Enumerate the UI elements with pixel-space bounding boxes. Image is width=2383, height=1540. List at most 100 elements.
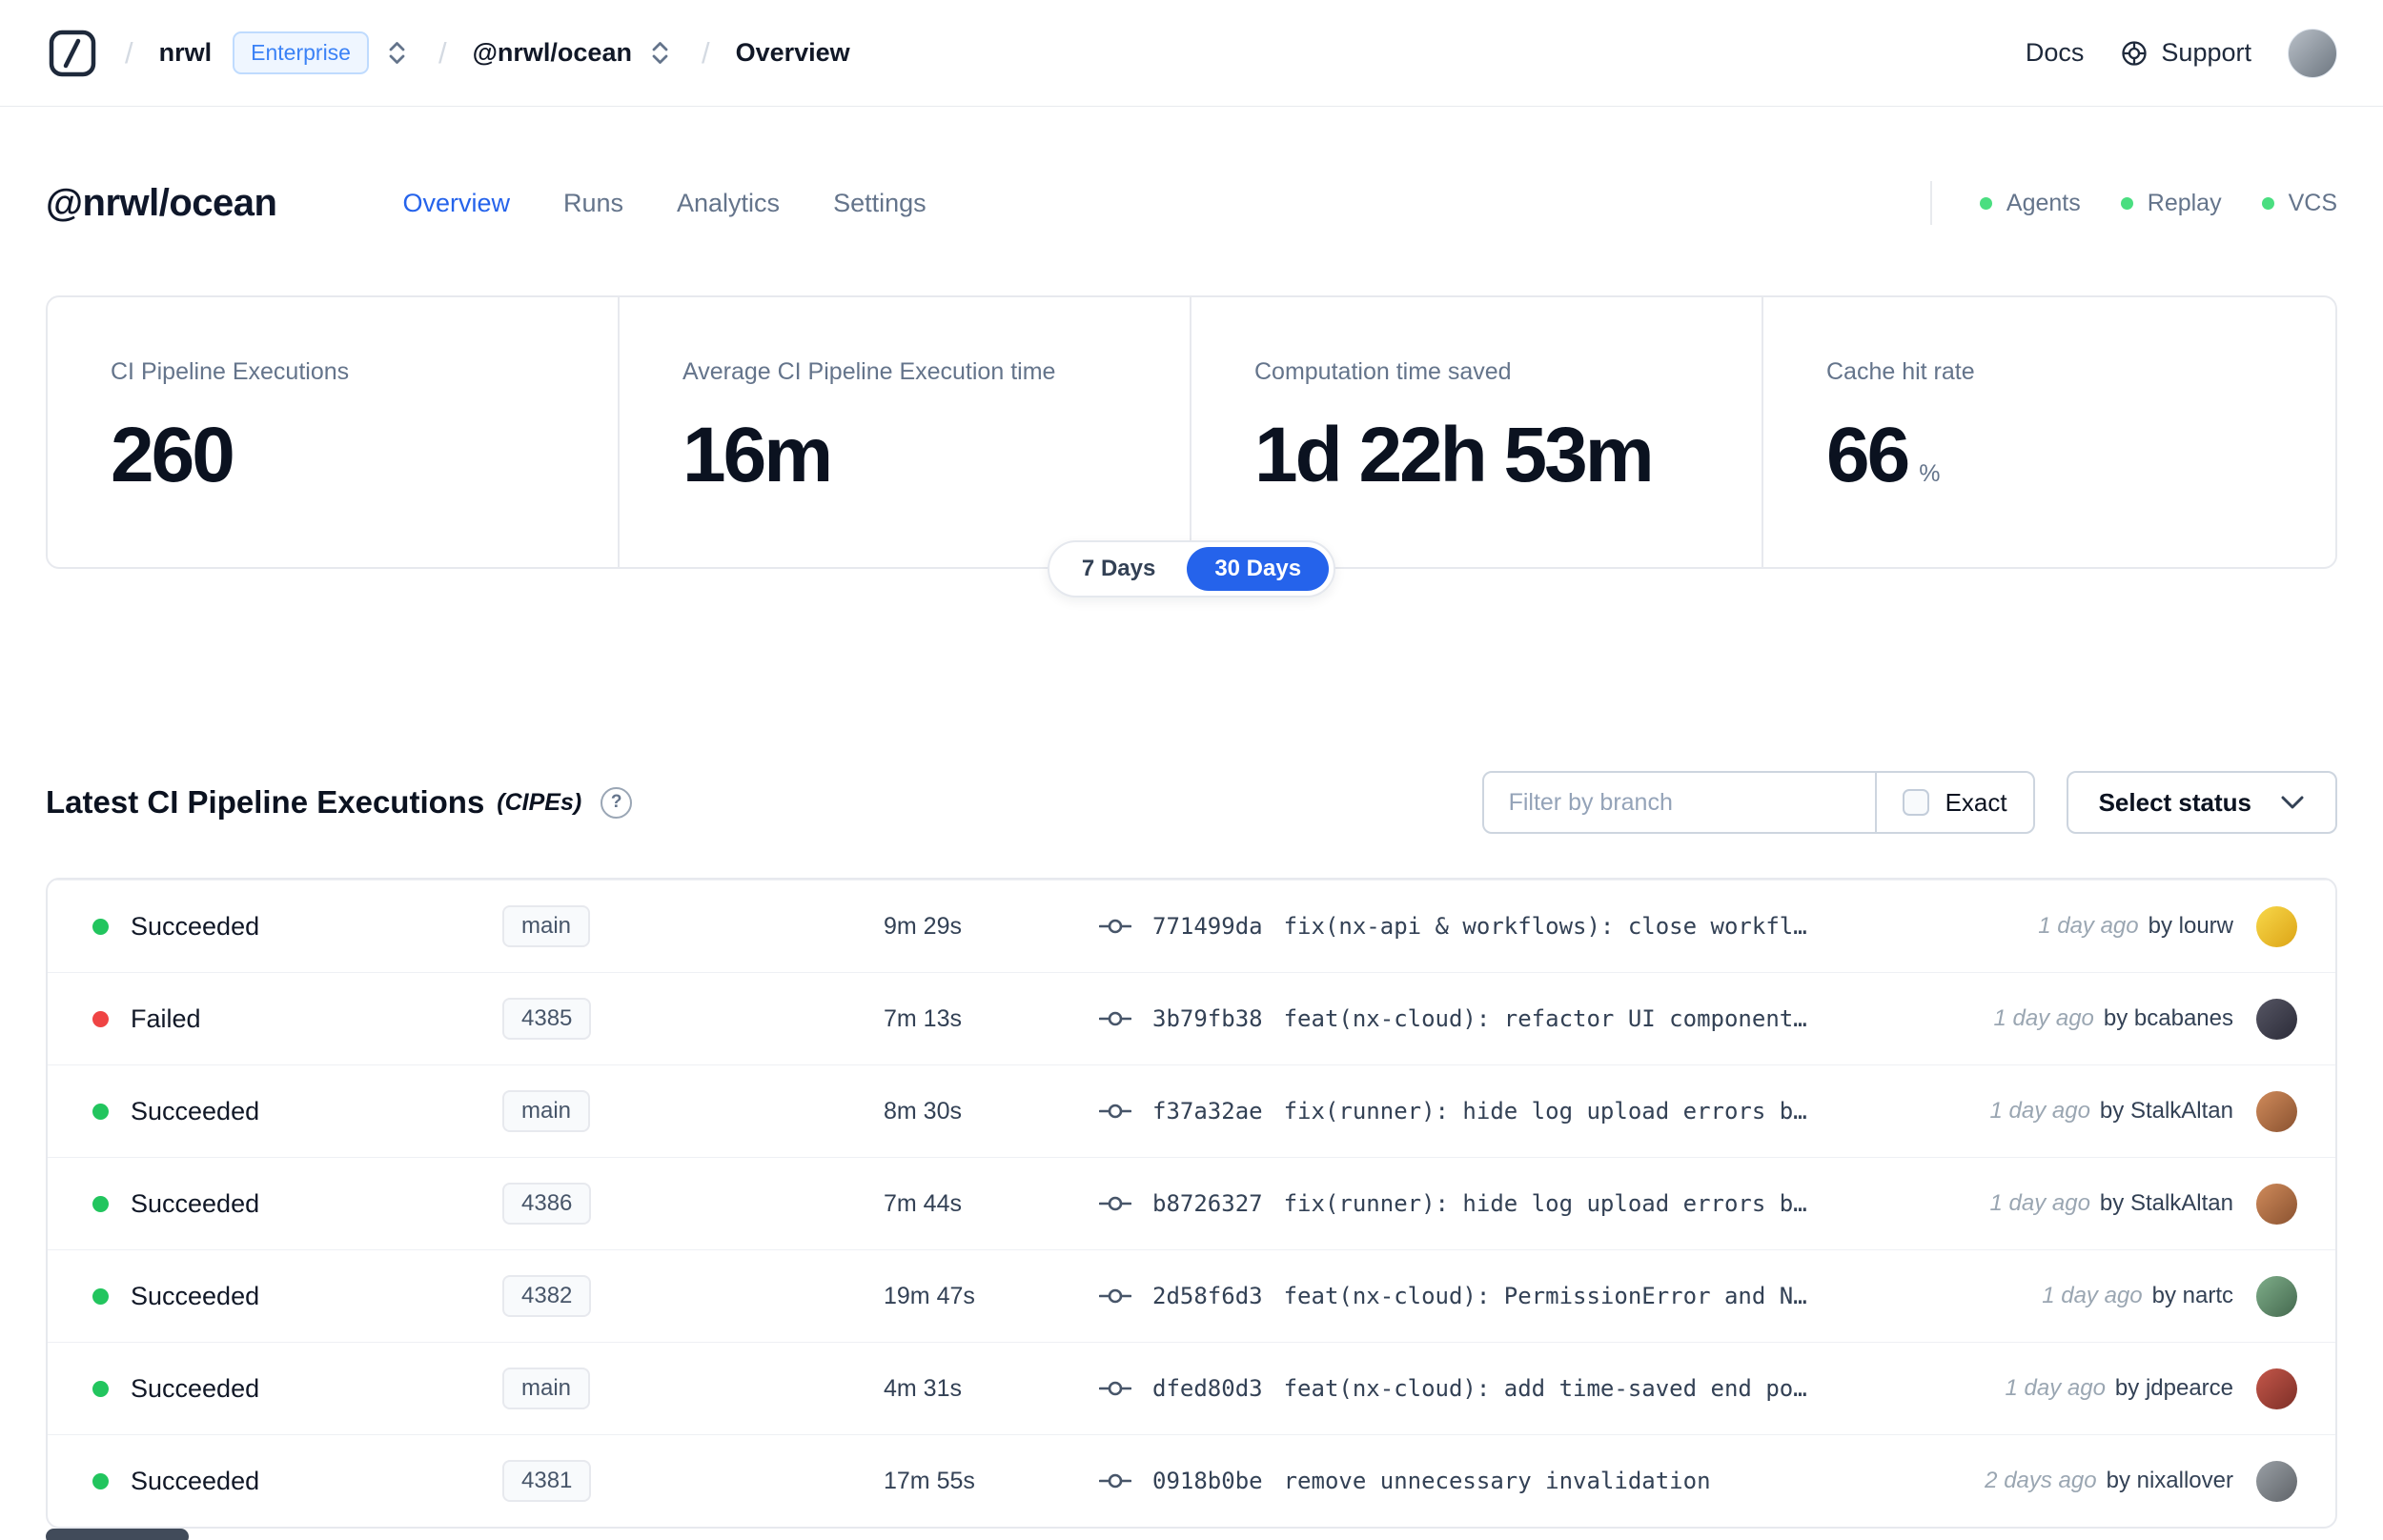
cipe-status-text: Succeeded xyxy=(131,1466,260,1495)
range-toggle-option[interactable]: 7 Days xyxy=(1054,547,1183,591)
support-label: Support xyxy=(2161,38,2251,67)
cipe-duration: 7m 13s xyxy=(884,1004,962,1032)
cipe-commit-cell: dfed80d3 feat(nx-cloud): add time-saved … xyxy=(1099,1375,1977,1402)
exact-checkbox[interactable] xyxy=(1902,789,1929,816)
horizontal-scrollbar-thumb[interactable] xyxy=(46,1529,189,1540)
cipe-row[interactable]: Succeeded 4382 19m 47s 2d58f6d3 feat(nx-… xyxy=(48,1249,2335,1342)
cipe-duration: 9m 29s xyxy=(884,912,962,940)
avatar xyxy=(2256,1275,2297,1317)
cipe-time-ago: 1 day ago xyxy=(1989,1098,2090,1124)
support-button[interactable]: Support xyxy=(2120,38,2251,68)
git-commit-icon xyxy=(1099,1473,1131,1489)
indicator-label: Replay xyxy=(2147,189,2222,216)
stat-unit: % xyxy=(1919,460,1941,487)
stat-label: Average CI Pipeline Execution time xyxy=(682,358,1056,385)
avatar xyxy=(2256,998,2297,1040)
lifebuoy-icon xyxy=(2122,40,2148,66)
indicator-label: Agents xyxy=(2006,189,2081,216)
cipe-row[interactable]: Succeeded 4381 17m 55s 0918b0be remove u… xyxy=(48,1434,2335,1527)
cipe-duration: 4m 31s xyxy=(884,1374,962,1402)
cipe-branch-cell: 4386 xyxy=(502,1183,884,1225)
cipe-row[interactable]: Succeeded main 4m 31s dfed80d3 feat(nx-c… xyxy=(48,1342,2335,1434)
avatar xyxy=(2256,1460,2297,1502)
nx-cloud-logo-icon xyxy=(49,30,96,76)
commit-message: feat(nx-cloud): refactor UI component… xyxy=(1283,1005,1807,1032)
commit-hash: f37a32ae xyxy=(1152,1098,1263,1125)
commit-hash: dfed80d3 xyxy=(1152,1375,1263,1402)
stat-value-row: 260 xyxy=(111,411,555,500)
indicator-list: Agents Replay VCS xyxy=(1979,189,2337,217)
status-select-dropdown[interactable]: Select status xyxy=(2066,771,2337,834)
cipe-commit-cell: 771499da fix(nx-api & workflows): close … xyxy=(1099,913,2009,940)
stat-value: 66 xyxy=(1826,412,1910,498)
commit-message: fix(runner): hide log upload errors b… xyxy=(1283,1098,1807,1125)
range-toggle-option[interactable]: 30 Days xyxy=(1187,547,1330,591)
cipe-time-ago: 1 day ago xyxy=(2005,1375,2106,1401)
cipe-time-ago: 1 day ago xyxy=(2038,913,2139,939)
nx-cloud-logo[interactable] xyxy=(46,27,99,80)
status-dot-icon xyxy=(92,1195,109,1212)
cipe-row[interactable]: Failed 4385 7m 13s 3b79fb38 feat(nx-clou… xyxy=(48,972,2335,1064)
cipe-status-text: Succeeded xyxy=(131,1188,260,1218)
git-commit-icon xyxy=(1099,1196,1131,1211)
cipe-author: by bcabanes xyxy=(2103,1005,2233,1031)
indicator-label: VCS xyxy=(2288,189,2337,216)
stat-value-row: 16m xyxy=(682,411,1127,500)
cipe-status-cell: Failed xyxy=(92,1004,502,1034)
breadcrumb-workspace[interactable]: @nrwl/ocean xyxy=(473,38,632,68)
breadcrumb-page[interactable]: Overview xyxy=(736,38,850,68)
cipe-controls: Exact Select status xyxy=(1481,771,2337,834)
workspace-tab[interactable]: Overview xyxy=(402,189,510,218)
commit-message: feat(nx-cloud): PermissionError and N… xyxy=(1283,1283,1807,1309)
stat-label: Computation time saved xyxy=(1254,358,1512,385)
cipe-author: by nixallover xyxy=(2106,1468,2233,1493)
branch-filter-input[interactable] xyxy=(1483,773,1877,832)
cipe-status-text: Succeeded xyxy=(131,1281,260,1310)
workspace-tab[interactable]: Settings xyxy=(833,189,927,218)
stats-card: CI Pipeline Executions 260 Average CI Pi… xyxy=(46,295,2337,569)
cipe-commit-cell: 0918b0be remove unnecessary invalidation xyxy=(1099,1468,1956,1494)
stat-cell: Cache hit rate 66 % xyxy=(1763,297,2335,567)
enterprise-badge: Enterprise xyxy=(233,31,369,74)
cipe-row[interactable]: Succeeded 4386 7m 44s b8726327 fix(runne… xyxy=(48,1157,2335,1249)
org-switcher-button[interactable] xyxy=(381,35,413,71)
branch-pill: 4386 xyxy=(502,1183,592,1225)
git-commit-icon xyxy=(1099,919,1131,934)
topbar-right: Docs Support xyxy=(2026,28,2337,78)
branch-pill: 4382 xyxy=(502,1275,592,1317)
cipe-meta: 1 day ago by StalkAltan xyxy=(1990,1098,2234,1125)
cipe-row[interactable]: Succeeded main 9m 29s 771499da fix(nx-ap… xyxy=(48,880,2335,972)
page-header: @nrwl/ocean Overview Runs Analytics Sett… xyxy=(0,181,2383,225)
stat-cell: Average CI Pipeline Execution time 16m xyxy=(620,297,1192,567)
commit-message: fix(nx-api & workflows): close workfl… xyxy=(1283,913,1807,940)
status-indicator[interactable]: Agents xyxy=(1979,189,2081,217)
avatar xyxy=(2256,1183,2297,1225)
cipe-author: by StalkAltan xyxy=(2099,1098,2233,1124)
status-indicator[interactable]: VCS xyxy=(2261,189,2337,217)
cipe-row[interactable]: Succeeded main 8m 30s f37a32ae fix(runne… xyxy=(48,1064,2335,1157)
stat-cell: CI Pipeline Executions 260 xyxy=(48,297,620,567)
workspace-switcher-button[interactable] xyxy=(644,35,676,71)
git-commit-icon xyxy=(1099,1288,1131,1304)
cipe-duration: 8m 30s xyxy=(884,1097,962,1125)
cipe-duration: 19m 47s xyxy=(884,1282,975,1309)
exact-filter: Exact xyxy=(1877,773,2033,832)
cipe-section-title: Latest CI Pipeline Executions xyxy=(46,784,485,820)
breadcrumb-org-group: nrwl Enterprise xyxy=(159,31,413,74)
user-avatar[interactable] xyxy=(2288,28,2337,78)
cipe-status-text: Succeeded xyxy=(131,911,260,941)
range-toggle-wrap: 7 Days 30 Days xyxy=(0,540,2383,598)
cipe-status-text: Succeeded xyxy=(131,1096,260,1125)
commit-hash: 771499da xyxy=(1152,913,1263,940)
help-icon[interactable]: ? xyxy=(601,786,633,819)
breadcrumb-org[interactable]: nrwl xyxy=(159,38,213,68)
status-dot-icon xyxy=(92,1010,109,1027)
cipe-status-cell: Succeeded xyxy=(92,912,502,942)
cipe-meta: 2 days ago by nixallover xyxy=(1985,1468,2233,1494)
status-indicator[interactable]: Replay xyxy=(2120,189,2222,217)
workspace-tab[interactable]: Runs xyxy=(563,189,623,218)
docs-link[interactable]: Docs xyxy=(2026,38,2085,68)
cipe-section-header: Latest CI Pipeline Executions (CIPEs) ? … xyxy=(0,771,2383,834)
cipe-status-text: Succeeded xyxy=(131,1373,260,1403)
workspace-tab[interactable]: Analytics xyxy=(677,189,780,218)
